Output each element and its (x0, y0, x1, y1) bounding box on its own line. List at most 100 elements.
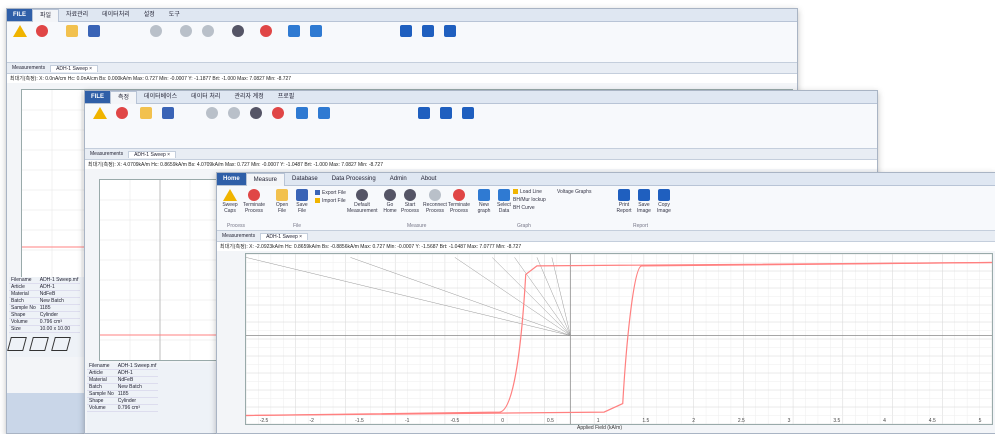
home-button[interactable] (203, 107, 221, 120)
bh-curve-item[interactable]: BH Curve (513, 205, 535, 211)
voltage-graphs-item[interactable]: Voltage Graphs (557, 189, 591, 195)
tab-admin[interactable]: 관리자 계정 (227, 91, 270, 103)
open-file-button[interactable]: Open File (273, 189, 291, 214)
prop-value: ADH-1 Sweep.mf (37, 277, 81, 284)
save-button[interactable] (159, 107, 177, 120)
copy-button[interactable] (441, 25, 459, 38)
go-home-button[interactable]: Go Home (381, 189, 399, 214)
tab-data-processing[interactable]: Data Processing (325, 173, 383, 185)
save-button[interactable] (85, 25, 103, 38)
stop-icon (260, 25, 272, 37)
folder-icon (276, 189, 288, 201)
start-process-button[interactable]: Start Process (401, 189, 419, 214)
load-line-item[interactable]: Load Line (513, 189, 542, 195)
copy-icon (658, 189, 670, 201)
tab-database[interactable]: Database (285, 173, 325, 185)
new-graph-button[interactable]: New graph (475, 189, 493, 214)
tab-1[interactable]: 파일 (32, 9, 60, 22)
graph-button[interactable] (285, 25, 303, 38)
measure-button[interactable] (147, 25, 165, 38)
tab-5[interactable]: 도구 (162, 9, 187, 21)
warning-icon (13, 25, 27, 37)
open-button[interactable] (63, 25, 81, 38)
ring-shape-icon[interactable] (51, 337, 71, 351)
terminate-process-button-2[interactable]: Terminate Process (447, 189, 471, 214)
print-report-button[interactable]: Print Report (615, 189, 633, 214)
terminate-button[interactable] (257, 25, 275, 38)
tab-about[interactable]: About (414, 173, 444, 185)
prop-label: Volume (87, 404, 116, 412)
image-button[interactable] (437, 107, 455, 120)
stop-button[interactable] (113, 107, 131, 120)
settings-button[interactable] (229, 25, 247, 38)
sweep-caps-button[interactable]: Sweep Caps (221, 189, 239, 214)
file-tab[interactable]: FILE (7, 9, 32, 21)
doc-tab-sweep[interactable]: ADH-1 Sweep × (260, 232, 309, 240)
open-button[interactable] (137, 107, 155, 120)
tab-4[interactable]: 설정 (137, 9, 162, 21)
import-file-item[interactable]: Import File (315, 198, 346, 204)
prop-value: New Batch (115, 383, 159, 391)
print-button[interactable] (397, 25, 415, 38)
prop-label: Volume (9, 318, 38, 326)
shape-icons (7, 337, 89, 351)
doc-tab-measurements[interactable]: Measurements (217, 233, 260, 239)
doc-tab-measurements[interactable]: Measurements (85, 151, 128, 157)
doc-tab-sweep[interactable]: ADH-1 Sweep × (50, 64, 99, 72)
back-status-area (7, 393, 89, 433)
cylinder-shape-icon[interactable] (7, 337, 27, 351)
home-button[interactable] (177, 25, 195, 38)
start-button[interactable] (225, 107, 243, 120)
button-label: Terminate Process (243, 202, 265, 214)
table-button[interactable] (315, 107, 333, 120)
file-tab[interactable]: FILE (85, 91, 110, 103)
doc-tab-measurements[interactable]: Measurements (7, 65, 50, 71)
graph-button[interactable] (293, 107, 311, 120)
stop-button[interactable] (33, 25, 51, 38)
image-button[interactable] (419, 25, 437, 38)
print-icon (418, 107, 430, 119)
default-measurement-button[interactable]: Default Measurement (347, 189, 378, 214)
tab-admin[interactable]: Admin (383, 173, 414, 185)
doc-tab-sweep[interactable]: ADH-1 Sweep × (128, 150, 177, 158)
tab-2[interactable]: 자료관리 (59, 9, 95, 21)
prop-value: 0.796 cm³ (37, 318, 81, 326)
bh-mur-item[interactable]: BH/Mur lockup (513, 197, 546, 203)
x-axis-label: Applied Field (kA/m) (577, 425, 623, 431)
prop-value: NdFeB (37, 290, 81, 298)
tab-measure[interactable]: 측정 (110, 91, 138, 104)
tab-data[interactable]: 데이터 처리 (184, 91, 227, 103)
tab-profile[interactable]: 프로필 (271, 91, 302, 103)
graph-icon (296, 107, 308, 119)
copy-button[interactable] (459, 107, 477, 120)
warning-button[interactable] (91, 107, 109, 120)
item-label: Voltage Graphs (557, 189, 592, 195)
export-file-item[interactable]: Export File (315, 190, 346, 196)
save-image-button[interactable]: Save Image (635, 189, 653, 214)
tab-3[interactable]: 데이터처리 (95, 9, 137, 21)
print-button[interactable] (415, 107, 433, 120)
table-icon (498, 189, 510, 201)
settings-button[interactable] (247, 107, 265, 120)
warning-button[interactable] (11, 25, 29, 38)
file-tab[interactable]: Home (217, 173, 246, 185)
button-label: Open File (275, 202, 289, 214)
copy-image-button[interactable]: Copy Image (655, 189, 673, 214)
select-data-button[interactable]: Select Data (495, 189, 513, 214)
table-icon (310, 25, 322, 37)
cube-shape-icon[interactable] (29, 337, 49, 351)
terminate-process-button[interactable]: Terminate Process (243, 189, 265, 214)
item-label: Load Line (520, 189, 542, 195)
save-file-button[interactable]: Save File (293, 189, 311, 214)
tab-measure[interactable]: Measure (245, 173, 286, 186)
table-button[interactable] (307, 25, 325, 38)
tab-database[interactable]: 데이터베이스 (137, 91, 184, 103)
start-button[interactable] (199, 25, 217, 38)
x-tick-label: 4 (883, 418, 886, 424)
x-tick-label: -2 (310, 418, 315, 424)
terminate-button[interactable] (269, 107, 287, 120)
x-tick-label: 2 (692, 418, 695, 424)
reconnect-process-button[interactable]: Reconnect Process (423, 189, 447, 214)
button-label: Print Report (616, 202, 632, 214)
warning-icon (223, 189, 237, 201)
